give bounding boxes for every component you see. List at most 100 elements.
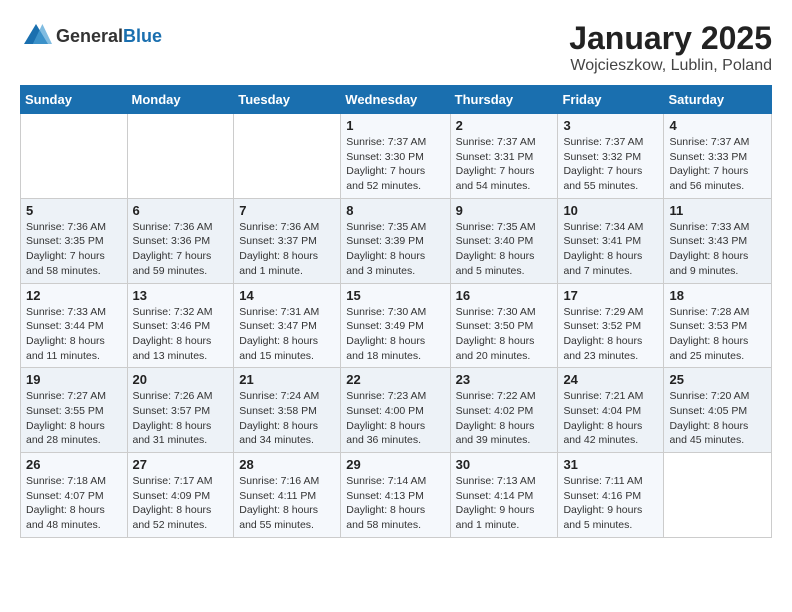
day-info: Sunrise: 7:36 AM Sunset: 3:35 PM Dayligh… bbox=[26, 220, 122, 279]
day-number: 23 bbox=[456, 372, 553, 387]
day-number: 29 bbox=[346, 457, 444, 472]
calendar-cell: 28 Sunrise: 7:16 AM Sunset: 4:11 PM Dayli… bbox=[234, 453, 341, 538]
day-number: 5 bbox=[26, 203, 122, 218]
day-info: Sunrise: 7:26 AM Sunset: 3:57 PM Dayligh… bbox=[133, 389, 229, 448]
day-info: Sunrise: 7:17 AM Sunset: 4:09 PM Dayligh… bbox=[133, 474, 229, 533]
day-info: Sunrise: 7:34 AM Sunset: 3:41 PM Dayligh… bbox=[563, 220, 658, 279]
calendar-cell: 10 Sunrise: 7:34 AM Sunset: 3:41 PM Dayli… bbox=[558, 198, 664, 283]
calendar-cell: 19 Sunrise: 7:27 AM Sunset: 3:55 PM Dayli… bbox=[21, 368, 128, 453]
calendar-cell: 4Sunrise: 7:37 AM Sunset: 3:33 PM Daylig… bbox=[664, 114, 772, 199]
weekday-header-sunday: Sunday bbox=[21, 86, 128, 114]
day-info: Sunrise: 7:30 AM Sunset: 3:50 PM Dayligh… bbox=[456, 305, 553, 364]
day-info: Sunrise: 7:23 AM Sunset: 4:00 PM Dayligh… bbox=[346, 389, 444, 448]
day-info: Sunrise: 7:37 AM Sunset: 3:32 PM Dayligh… bbox=[563, 135, 658, 194]
logo-text-general: General bbox=[56, 26, 123, 46]
day-info: Sunrise: 7:27 AM Sunset: 3:55 PM Dayligh… bbox=[26, 389, 122, 448]
day-info: Sunrise: 7:18 AM Sunset: 4:07 PM Dayligh… bbox=[26, 474, 122, 533]
day-number: 15 bbox=[346, 288, 444, 303]
logo-icon bbox=[20, 20, 52, 52]
calendar-cell: 13 Sunrise: 7:32 AM Sunset: 3:46 PM Dayli… bbox=[127, 283, 234, 368]
calendar-cell: 14 Sunrise: 7:31 AM Sunset: 3:47 PM Dayli… bbox=[234, 283, 341, 368]
calendar-cell: 2 Sunrise: 7:37 AM Sunset: 3:31 PM Daylig… bbox=[450, 114, 558, 199]
day-number: 21 bbox=[239, 372, 335, 387]
calendar-cell: 3 Sunrise: 7:37 AM Sunset: 3:32 PM Daylig… bbox=[558, 114, 664, 199]
weekday-header-thursday: Thursday bbox=[450, 86, 558, 114]
calendar-cell bbox=[127, 114, 234, 199]
week-row-5: 26 Sunrise: 7:18 AM Sunset: 4:07 PM Dayli… bbox=[21, 453, 772, 538]
day-info: Sunrise: 7:37 AM Sunset: 3:31 PM Dayligh… bbox=[456, 135, 553, 194]
day-number: 25 bbox=[669, 372, 766, 387]
calendar-cell: 11 Sunrise: 7:33 AM Sunset: 3:43 PM Dayli… bbox=[664, 198, 772, 283]
day-number: 14 bbox=[239, 288, 335, 303]
calendar-cell: 23 Sunrise: 7:22 AM Sunset: 4:02 PM Dayli… bbox=[450, 368, 558, 453]
day-number: 13 bbox=[133, 288, 229, 303]
calendar-cell: 24Sunrise: 7:21 AM Sunset: 4:04 PM Dayli… bbox=[558, 368, 664, 453]
calendar-cell: 29Sunrise: 7:14 AM Sunset: 4:13 PM Dayli… bbox=[341, 453, 450, 538]
day-number: 8 bbox=[346, 203, 444, 218]
day-info: Sunrise: 7:22 AM Sunset: 4:02 PM Dayligh… bbox=[456, 389, 553, 448]
day-info: Sunrise: 7:33 AM Sunset: 3:44 PM Dayligh… bbox=[26, 305, 122, 364]
day-info: Sunrise: 7:35 AM Sunset: 3:40 PM Dayligh… bbox=[456, 220, 553, 279]
weekday-header-wednesday: Wednesday bbox=[341, 86, 450, 114]
calendar-cell: 1 Sunrise: 7:37 AM Sunset: 3:30 PM Daylig… bbox=[341, 114, 450, 199]
day-number: 19 bbox=[26, 372, 122, 387]
calendar-cell bbox=[664, 453, 772, 538]
calendar-cell: 8Sunrise: 7:35 AM Sunset: 3:39 PM Daylig… bbox=[341, 198, 450, 283]
calendar-cell: 15 Sunrise: 7:30 AM Sunset: 3:49 PM Dayli… bbox=[341, 283, 450, 368]
day-number: 3 bbox=[563, 118, 658, 133]
weekday-header-friday: Friday bbox=[558, 86, 664, 114]
week-row-3: 12 Sunrise: 7:33 AM Sunset: 3:44 PM Dayli… bbox=[21, 283, 772, 368]
weekday-header-tuesday: Tuesday bbox=[234, 86, 341, 114]
week-row-2: 5 Sunrise: 7:36 AM Sunset: 3:35 PM Daylig… bbox=[21, 198, 772, 283]
calendar-cell: 6 Sunrise: 7:36 AM Sunset: 3:36 PM Daylig… bbox=[127, 198, 234, 283]
day-number: 16 bbox=[456, 288, 553, 303]
weekday-header-monday: Monday bbox=[127, 86, 234, 114]
calendar-table: SundayMondayTuesdayWednesdayThursdayFrid… bbox=[20, 85, 772, 538]
calendar-cell: 25 Sunrise: 7:20 AM Sunset: 4:05 PM Dayli… bbox=[664, 368, 772, 453]
weekday-header-saturday: Saturday bbox=[664, 86, 772, 114]
logo: GeneralBlue bbox=[20, 20, 162, 52]
day-info: Sunrise: 7:36 AM Sunset: 3:36 PM Dayligh… bbox=[133, 220, 229, 279]
day-info: Sunrise: 7:36 AM Sunset: 3:37 PM Dayligh… bbox=[239, 220, 335, 279]
day-number: 28 bbox=[239, 457, 335, 472]
day-info: Sunrise: 7:13 AM Sunset: 4:14 PM Dayligh… bbox=[456, 474, 553, 533]
day-info: Sunrise: 7:21 AM Sunset: 4:04 PM Dayligh… bbox=[563, 389, 658, 448]
calendar-cell: 16 Sunrise: 7:30 AM Sunset: 3:50 PM Dayli… bbox=[450, 283, 558, 368]
calendar-cell: 22Sunrise: 7:23 AM Sunset: 4:00 PM Dayli… bbox=[341, 368, 450, 453]
calendar-cell: 20Sunrise: 7:26 AM Sunset: 3:57 PM Dayli… bbox=[127, 368, 234, 453]
calendar-cell: 31 Sunrise: 7:11 AM Sunset: 4:16 PM Dayli… bbox=[558, 453, 664, 538]
day-number: 18 bbox=[669, 288, 766, 303]
calendar-cell: 27Sunrise: 7:17 AM Sunset: 4:09 PM Dayli… bbox=[127, 453, 234, 538]
calendar-cell: 30 Sunrise: 7:13 AM Sunset: 4:14 PM Dayli… bbox=[450, 453, 558, 538]
week-row-1: 1 Sunrise: 7:37 AM Sunset: 3:30 PM Daylig… bbox=[21, 114, 772, 199]
calendar-cell: 26 Sunrise: 7:18 AM Sunset: 4:07 PM Dayli… bbox=[21, 453, 128, 538]
day-number: 26 bbox=[26, 457, 122, 472]
day-number: 12 bbox=[26, 288, 122, 303]
day-info: Sunrise: 7:37 AM Sunset: 3:33 PM Dayligh… bbox=[669, 135, 766, 194]
day-info: Sunrise: 7:16 AM Sunset: 4:11 PM Dayligh… bbox=[239, 474, 335, 533]
day-info: Sunrise: 7:33 AM Sunset: 3:43 PM Dayligh… bbox=[669, 220, 766, 279]
day-number: 10 bbox=[563, 203, 658, 218]
day-info: Sunrise: 7:31 AM Sunset: 3:47 PM Dayligh… bbox=[239, 305, 335, 364]
day-info: Sunrise: 7:24 AM Sunset: 3:58 PM Dayligh… bbox=[239, 389, 335, 448]
day-info: Sunrise: 7:32 AM Sunset: 3:46 PM Dayligh… bbox=[133, 305, 229, 364]
day-info: Sunrise: 7:37 AM Sunset: 3:30 PM Dayligh… bbox=[346, 135, 444, 194]
weekday-header-row: SundayMondayTuesdayWednesdayThursdayFrid… bbox=[21, 86, 772, 114]
day-number: 6 bbox=[133, 203, 229, 218]
calendar-subtitle: Wojcieszkow, Lublin, Poland bbox=[569, 57, 772, 75]
logo-text-blue: Blue bbox=[123, 26, 162, 46]
day-info: Sunrise: 7:11 AM Sunset: 4:16 PM Dayligh… bbox=[563, 474, 658, 533]
calendar-cell: 7 Sunrise: 7:36 AM Sunset: 3:37 PM Daylig… bbox=[234, 198, 341, 283]
day-number: 11 bbox=[669, 203, 766, 218]
day-number: 9 bbox=[456, 203, 553, 218]
day-number: 30 bbox=[456, 457, 553, 472]
calendar-cell: 18Sunrise: 7:28 AM Sunset: 3:53 PM Dayli… bbox=[664, 283, 772, 368]
day-number: 1 bbox=[346, 118, 444, 133]
day-number: 2 bbox=[456, 118, 553, 133]
day-info: Sunrise: 7:20 AM Sunset: 4:05 PM Dayligh… bbox=[669, 389, 766, 448]
day-number: 7 bbox=[239, 203, 335, 218]
day-number: 31 bbox=[563, 457, 658, 472]
calendar-cell bbox=[21, 114, 128, 199]
calendar-title: January 2025 bbox=[569, 20, 772, 57]
day-info: Sunrise: 7:30 AM Sunset: 3:49 PM Dayligh… bbox=[346, 305, 444, 364]
